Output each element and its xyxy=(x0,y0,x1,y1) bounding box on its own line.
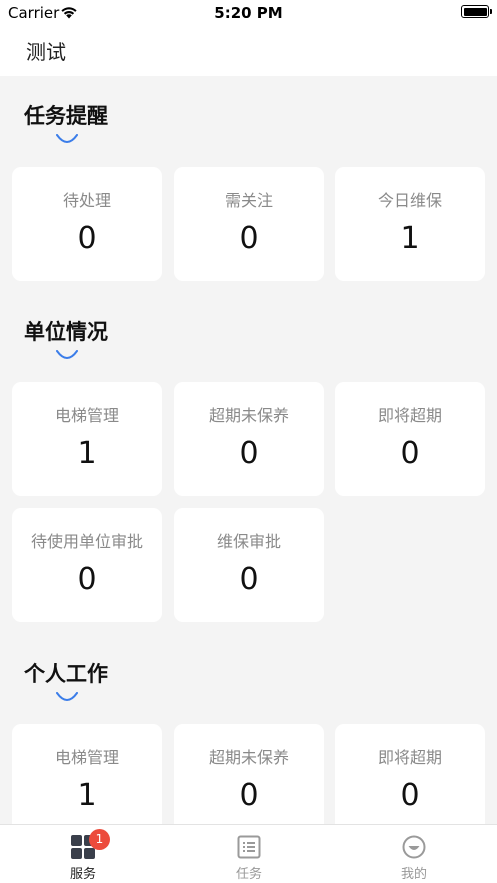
tab-mine[interactable]: 我的 xyxy=(331,825,497,883)
status-bar: Carrier 5:20 PM xyxy=(0,0,497,26)
card-due-soon[interactable]: 即将超期 0 xyxy=(335,382,485,496)
profile-icon xyxy=(402,835,426,859)
navigation-bar: 测试 xyxy=(0,26,497,76)
section-title-task-reminder: 任务提醒 xyxy=(24,104,108,128)
card-label: 超期未保养 xyxy=(208,406,289,425)
card-attention[interactable]: 需关注 0 xyxy=(174,167,324,281)
card-value: 0 xyxy=(239,221,259,256)
list-icon xyxy=(237,835,261,859)
card-maintenance-approval[interactable]: 维保审批 0 xyxy=(174,508,324,622)
card-value: 0 xyxy=(77,562,97,597)
card-value: 1 xyxy=(77,778,97,813)
tab-service[interactable]: 1 服务 xyxy=(0,825,166,883)
dashboard-content[interactable]: 任务提醒 待处理 0 需关注 0 今日维保 1 单位情况 电梯管理 1 超期未保… xyxy=(0,76,497,824)
card-label: 即将超期 xyxy=(377,748,442,767)
card-label: 待使用单位审批 xyxy=(30,532,143,551)
card-value: 1 xyxy=(400,221,420,256)
tab-tasks[interactable]: 任务 xyxy=(166,825,332,883)
section-underline-arc xyxy=(56,350,78,359)
card-label: 维保审批 xyxy=(216,532,281,551)
section-underline-arc xyxy=(56,134,78,143)
card-label: 即将超期 xyxy=(377,406,442,425)
card-unit-approval[interactable]: 待使用单位审批 0 xyxy=(12,508,162,622)
card-label: 需关注 xyxy=(224,191,273,210)
notification-badge: 1 xyxy=(89,829,110,850)
card-personal-due-soon[interactable]: 即将超期 0 xyxy=(335,724,485,824)
card-value: 1 xyxy=(77,436,97,471)
clock: 5:20 PM xyxy=(214,4,283,22)
card-label: 电梯管理 xyxy=(54,406,119,425)
card-value: 0 xyxy=(239,562,259,597)
card-value: 0 xyxy=(400,436,420,471)
card-label: 电梯管理 xyxy=(54,748,119,767)
card-label: 今日维保 xyxy=(377,191,442,210)
card-pending[interactable]: 待处理 0 xyxy=(12,167,162,281)
card-value: 0 xyxy=(400,778,420,813)
card-label: 超期未保养 xyxy=(208,748,289,767)
card-personal-elevator-management[interactable]: 电梯管理 1 xyxy=(12,724,162,824)
tab-bar: 1 服务 任务 我的 xyxy=(0,824,497,883)
tab-label: 任务 xyxy=(235,867,262,882)
card-overdue-maintenance[interactable]: 超期未保养 0 xyxy=(174,382,324,496)
card-value: 0 xyxy=(239,778,259,813)
card-value: 0 xyxy=(239,436,259,471)
page-title: 测试 xyxy=(26,40,66,64)
card-today-maintenance[interactable]: 今日维保 1 xyxy=(335,167,485,281)
section-title-unit-status: 单位情况 xyxy=(24,320,108,344)
tab-label: 我的 xyxy=(400,867,427,882)
card-value: 0 xyxy=(77,221,97,256)
section-title-personal-work: 个人工作 xyxy=(24,662,108,686)
card-label: 待处理 xyxy=(62,191,111,210)
battery-icon xyxy=(461,5,492,18)
section-underline-arc xyxy=(56,692,78,701)
card-personal-overdue[interactable]: 超期未保养 0 xyxy=(174,724,324,824)
tab-label: 服务 xyxy=(69,867,96,882)
card-elevator-management[interactable]: 电梯管理 1 xyxy=(12,382,162,496)
